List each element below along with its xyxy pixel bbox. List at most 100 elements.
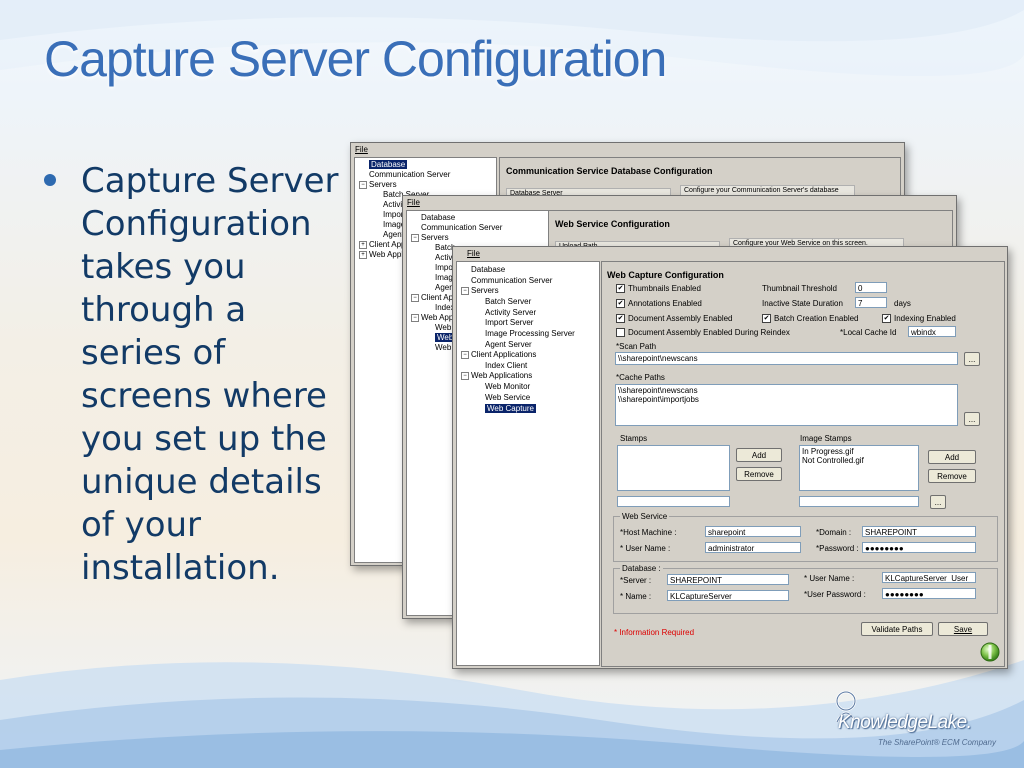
panel-title: Web Service Configuration	[555, 219, 670, 229]
annotations-checkbox[interactable]: ✔	[616, 299, 625, 308]
collapse-icon[interactable]: −	[461, 371, 469, 380]
thumbnails-label: Thumbnails Enabled	[628, 284, 701, 293]
image-stamps-add-button[interactable]: Add	[928, 450, 976, 464]
expand-icon[interactable]: +	[359, 250, 367, 259]
web-service-group: Web Service	[613, 512, 998, 562]
tree-item-agent-server[interactable]: Agent Server	[485, 340, 532, 350]
slide-title: Capture Server Configuration	[44, 31, 667, 87]
db-server-input[interactable]: SHAREPOINT	[667, 574, 789, 585]
validate-paths-button[interactable]: Validate Paths	[861, 622, 933, 636]
scan-path-browse-button[interactable]: ...	[964, 352, 980, 366]
tree-item-comm-server[interactable]: Communication Server	[421, 223, 502, 233]
collapse-icon[interactable]: −	[461, 286, 469, 295]
inactive-state-input[interactable]: 7	[855, 297, 887, 308]
db-password-input[interactable]: ●●●●●●●●	[882, 588, 976, 599]
db-password-label: *User Password :	[804, 590, 866, 599]
indexing-label: Indexing Enabled	[894, 314, 956, 323]
nav-tree: Database Communication Server − Servers B…	[456, 261, 600, 666]
tree-item-image-processing[interactable]: Image Processing Server	[485, 329, 575, 339]
expand-icon[interactable]: +	[359, 240, 367, 249]
thumbnail-threshold-input[interactable]: 0	[855, 282, 887, 293]
stamps-list[interactable]	[617, 445, 730, 491]
thumbnail-threshold-label: Thumbnail Threshold	[762, 284, 838, 293]
image-stamps-remove-button[interactable]: Remove	[928, 469, 976, 483]
menu-file[interactable]: File	[467, 249, 480, 261]
tree-item-web-apps[interactable]: − Web Appl	[411, 313, 455, 323]
database-legend: Database :	[620, 564, 663, 573]
batch-creation-label: Batch Creation Enabled	[774, 314, 859, 323]
cache-paths-browse-button[interactable]: ...	[964, 412, 980, 426]
stamps-remove-button[interactable]: Remove	[736, 467, 782, 481]
tree-item-client-apps[interactable]: + Client App	[359, 240, 405, 250]
db-user-input[interactable]: KLCaptureServer_User	[882, 572, 976, 583]
ws-domain-label: *Domain :	[816, 528, 852, 537]
db-name-input[interactable]: KLCaptureServer	[667, 590, 789, 601]
db-name-label: * Name :	[620, 592, 652, 601]
host-machine-input[interactable]: sharepoint	[705, 526, 801, 537]
tree-item-comm-server[interactable]: Communication Server	[471, 276, 552, 286]
knowledgelake-logo: KnowledgeLake. The SharePoint® ECM Compa…	[830, 690, 1000, 760]
db-server-label: *Server :	[620, 576, 652, 585]
doc-assembly-label: Document Assembly Enabled	[628, 314, 733, 323]
tree-item-web-apps[interactable]: − Web Applications	[461, 371, 532, 381]
ws-password-input[interactable]: ●●●●●●●●	[862, 542, 976, 553]
inactive-state-unit: days	[894, 299, 911, 308]
tree-item-web-capture[interactable]: Web Capture	[485, 404, 536, 413]
tree-item-web-apps[interactable]: + Web Appl	[359, 250, 403, 260]
panel-title: Web Capture Configuration	[607, 270, 724, 280]
scan-path-label: *Scan Path	[616, 342, 657, 351]
doc-assembly-reindex-label: Document Assembly Enabled During Reindex	[628, 328, 790, 337]
local-cache-input[interactable]: wbindx	[908, 326, 956, 337]
cache-paths-label: *Cache Paths	[616, 373, 665, 382]
tree-item-import-server[interactable]: Import Server	[485, 318, 533, 328]
db-user-label: * User Name :	[804, 574, 855, 583]
stamps-label: Stamps	[620, 434, 648, 443]
collapse-icon[interactable]: −	[461, 350, 469, 359]
tree-item-agent[interactable]: Agent	[383, 230, 404, 240]
menu-file[interactable]: File	[407, 198, 420, 210]
tree-item-batch-server[interactable]: Batch Server	[485, 297, 531, 307]
ws-user-input[interactable]: administrator	[705, 542, 801, 553]
tree-item-index-client[interactable]: Index Client	[485, 361, 527, 371]
cache-paths-list[interactable]: \\sharepoint\newscans \\sharepoint\impor…	[615, 384, 958, 426]
indexing-checkbox[interactable]: ✔	[882, 314, 891, 323]
tree-item-web-monitor[interactable]: Web Monitor	[485, 382, 530, 392]
host-machine-label: *Host Machine :	[620, 528, 677, 537]
tree-item-client-apps[interactable]: − Client Applications	[461, 350, 536, 360]
collapse-icon[interactable]: −	[411, 233, 419, 242]
tree-item-database[interactable]: Database	[421, 213, 455, 223]
menu-file[interactable]: File	[355, 145, 368, 157]
tree-item-comm-server[interactable]: Communication Server	[369, 170, 450, 180]
batch-creation-checkbox[interactable]: ✔	[762, 314, 771, 323]
tree-item-activity-server[interactable]: Activity Server	[485, 308, 536, 318]
tree-item-servers[interactable]: − Servers	[411, 233, 449, 243]
required-note: * Information Required	[614, 628, 695, 637]
config-panel: Web Capture Configuration ✔ Thumbnails E…	[601, 261, 1005, 667]
scan-path-input[interactable]: \\sharepoint\newscans	[615, 352, 958, 365]
tree-item-servers[interactable]: − Servers	[461, 286, 499, 296]
stamps-add-button[interactable]: Add	[736, 448, 782, 462]
collapse-icon[interactable]: −	[359, 180, 367, 189]
ws-password-label: *Password :	[816, 544, 859, 553]
status-orb-icon	[980, 642, 1000, 662]
collapse-icon[interactable]: −	[411, 313, 419, 322]
tree-item-database[interactable]: Database	[471, 265, 505, 275]
tree-item-database[interactable]: Database	[369, 160, 408, 169]
ws-domain-input[interactable]: SHAREPOINT	[862, 526, 976, 537]
thumbnails-checkbox[interactable]: ✔	[616, 284, 625, 293]
tree-item-web-service[interactable]: Web Service	[485, 393, 530, 403]
image-stamps-input[interactable]	[799, 496, 919, 507]
panel-title: Communication Service Database Configura…	[506, 166, 713, 176]
inactive-state-label: Inactive State Duration	[762, 299, 843, 308]
image-stamps-browse-button[interactable]: ...	[930, 495, 946, 509]
local-cache-label: *Local Cache Id	[840, 328, 897, 337]
logo-tagline: The SharePoint® ECM Company	[878, 738, 996, 747]
save-button[interactable]: Save	[938, 622, 988, 636]
image-stamps-list[interactable]: In Progress.gif Not Controlled.gif	[799, 445, 919, 491]
tree-item-servers[interactable]: − Servers	[359, 180, 397, 190]
web-service-legend: Web Service	[620, 512, 670, 521]
doc-assembly-reindex-checkbox[interactable]	[616, 328, 625, 337]
collapse-icon[interactable]: −	[411, 293, 419, 302]
stamps-input[interactable]	[617, 496, 730, 507]
doc-assembly-checkbox[interactable]: ✔	[616, 314, 625, 323]
